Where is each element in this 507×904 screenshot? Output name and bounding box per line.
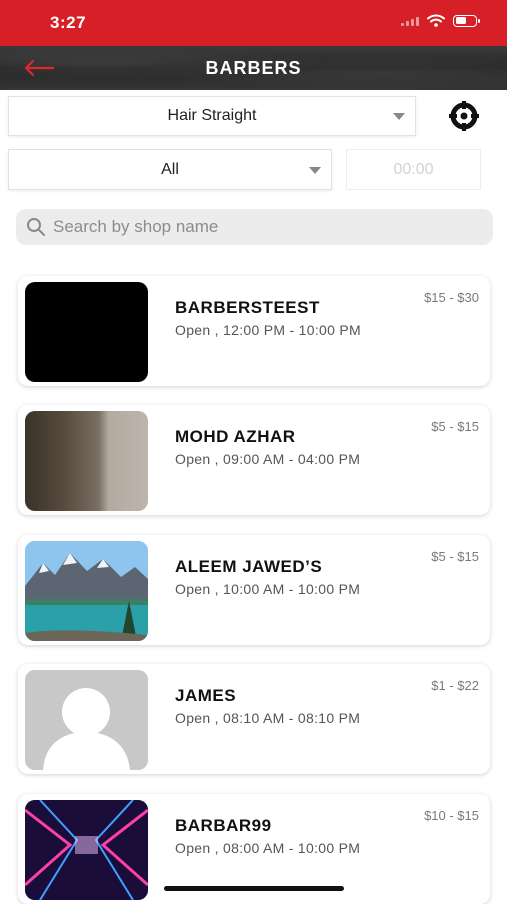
status-icons xyxy=(401,14,480,27)
shop-price: $5 - $15 xyxy=(431,549,479,564)
shop-price: $10 - $15 xyxy=(424,808,479,823)
page-title: BARBERS xyxy=(205,58,302,78)
nav-bar: BARBERS xyxy=(0,46,507,90)
shop-card[interactable]: ALEEM JAWED’S Open , 10:00 AM - 10:00 PM… xyxy=(18,535,490,645)
category-dropdown[interactable]: All xyxy=(8,149,332,190)
chevron-down-icon xyxy=(309,166,321,174)
shop-name: BARBERSTEEST xyxy=(175,298,320,317)
avatar-placeholder-icon xyxy=(25,670,148,770)
shop-card[interactable]: BARBERSTEEST Open , 12:00 PM - 10:00 PM … xyxy=(18,276,490,386)
search-icon xyxy=(27,218,45,236)
shop-image xyxy=(25,670,148,770)
shop-name: ALEEM JAWED’S xyxy=(175,557,323,576)
shop-price: $5 - $15 xyxy=(431,419,479,434)
shop-image xyxy=(25,800,148,900)
shop-price: $15 - $30 xyxy=(424,290,479,305)
search-placeholder: Search by shop name xyxy=(53,217,219,236)
wifi-icon xyxy=(427,14,445,27)
landscape-image xyxy=(25,541,148,641)
status-time: 3:27 xyxy=(50,13,87,32)
category-dropdown-value: All xyxy=(161,160,179,178)
shop-name: MOHD AZHAR xyxy=(175,427,296,446)
shop-hours: Open , 08:00 AM - 10:00 PM xyxy=(175,840,361,856)
shop-image xyxy=(25,411,148,511)
shop-card[interactable]: JAMES Open , 08:10 AM - 08:10 PM $1 - $2… xyxy=(18,664,490,774)
service-dropdown[interactable]: Hair Straight xyxy=(8,96,416,136)
shop-name: JAMES xyxy=(175,686,237,705)
chevron-down-icon xyxy=(393,113,405,120)
battery-icon xyxy=(453,14,480,27)
time-field[interactable]: 00:00 xyxy=(346,149,481,190)
shop-hours: Open , 08:10 AM - 08:10 PM xyxy=(175,710,361,726)
signal-icon xyxy=(401,16,419,26)
shop-hours: Open , 10:00 AM - 10:00 PM xyxy=(175,581,361,597)
shop-card[interactable]: MOHD AZHAR Open , 09:00 AM - 04:00 PM $5… xyxy=(18,405,490,515)
locate-icon[interactable] xyxy=(447,99,481,133)
neon-image xyxy=(25,800,148,900)
service-dropdown-value: Hair Straight xyxy=(167,107,257,124)
search-input[interactable]: Search by shop name xyxy=(16,209,493,245)
shop-name: BARBAR99 xyxy=(175,816,272,835)
shop-image xyxy=(25,282,148,382)
home-indicator[interactable] xyxy=(164,886,344,891)
shop-image xyxy=(25,541,148,641)
shop-price: $1 - $22 xyxy=(431,678,479,693)
shop-hours: Open , 09:00 AM - 04:00 PM xyxy=(175,451,361,467)
shop-hours: Open , 12:00 PM - 10:00 PM xyxy=(175,322,362,338)
status-bar: 3:27 xyxy=(0,0,507,46)
